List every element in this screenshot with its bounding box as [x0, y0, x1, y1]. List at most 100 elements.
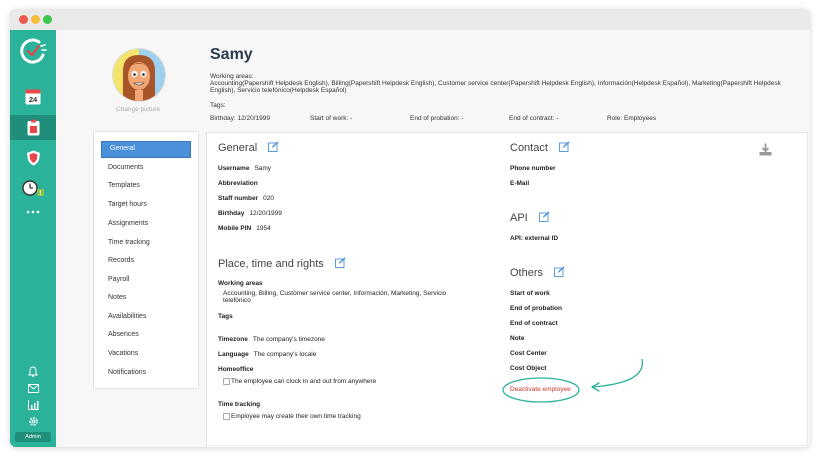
language-label: Language: [218, 351, 249, 358]
homeoffice-label: Homeoffice: [218, 366, 254, 373]
nav-absences[interactable]: Absences: [100, 328, 196, 342]
change-picture-link[interactable]: Change picture: [102, 106, 174, 113]
nav-notifications[interactable]: Notifications: [100, 366, 196, 380]
email-label: E-Mail: [510, 180, 530, 187]
username-label: Username: [218, 165, 250, 172]
main-sidebar: 24 1 Admin: [10, 30, 56, 447]
working-areas-field-value: Accounting, Billing, Customer service ce…: [223, 290, 447, 297]
close-window-button[interactable]: [19, 15, 28, 24]
phone-number-label: Phone number: [510, 165, 556, 172]
employee-card-icon[interactable]: [10, 115, 56, 140]
clock-icon[interactable]: 1: [10, 176, 56, 200]
end-of-probation-summary: End of probation: -: [410, 115, 464, 122]
role-summary: Role: Employees: [607, 115, 657, 122]
annotation-highlight: [502, 358, 644, 403]
maximize-window-button[interactable]: [43, 15, 52, 24]
timezone-row: Timezone The company's timezone: [218, 336, 325, 343]
calendar-day: 24: [29, 95, 38, 104]
nav-assignments[interactable]: Assignments: [100, 217, 196, 231]
note-label: Note: [510, 335, 525, 342]
edit-api-icon[interactable]: [538, 211, 550, 225]
tags-field-label: Tags: [218, 313, 233, 320]
app-window: 24 1 Admin Change picture Samy Working a…: [10, 9, 810, 447]
end-of-contract-summary: End of contract: -: [509, 115, 559, 122]
language-value: The company's locale: [253, 351, 317, 358]
calendar-icon[interactable]: 24: [10, 84, 56, 108]
api-title-text: API: [510, 211, 528, 224]
nav-target-hours[interactable]: Target hours: [100, 198, 196, 212]
tags-label: Tags:: [210, 102, 226, 109]
nav-documents[interactable]: Documents: [100, 161, 196, 175]
employee-details-card: General Username Samy Abbreviation Staff …: [206, 132, 808, 447]
others-section-title: Others: [510, 266, 565, 280]
working-areas-label: Working areas:: [210, 73, 254, 80]
nav-notes[interactable]: Notes: [100, 291, 196, 305]
place-section-title: Place, time and rights: [218, 257, 346, 271]
end-of-probation-label: End of probation: [510, 305, 562, 312]
mobile-pin-label: Mobile PIN: [218, 225, 252, 232]
mobile-pin-value: 1954: [256, 225, 271, 232]
staff-number-value: 020: [263, 195, 274, 202]
title-bar: [10, 9, 810, 31]
nav-templates[interactable]: Templates: [100, 179, 196, 193]
timezone-label: Timezone: [218, 336, 248, 343]
main-content: Change picture Samy Working areas: Accou…: [56, 30, 810, 447]
edit-others-icon[interactable]: [554, 266, 565, 280]
bell-icon[interactable]: [10, 364, 56, 378]
nav-general[interactable]: General: [101, 141, 191, 158]
api-section-title: API: [510, 211, 550, 225]
working-areas-text: Accounting(Papershift Helpdesk English),…: [210, 80, 781, 87]
working-areas-field-label: Working areas: [218, 280, 263, 287]
working-areas-field-value-2: telefónico: [223, 297, 251, 304]
shield-icon[interactable]: [10, 147, 56, 169]
end-of-contract-label: End of contract: [510, 320, 558, 327]
employee-name: Samy: [210, 46, 253, 63]
contact-section-title: Contact: [510, 141, 570, 155]
general-title-text: General: [218, 141, 258, 154]
working-areas-text-2: English), Servicio telefónico(Helpdesk E…: [210, 87, 347, 94]
nav-availabilities[interactable]: Availabilities: [100, 310, 196, 324]
download-icon[interactable]: [759, 143, 772, 161]
general-section-title: General: [218, 141, 279, 155]
start-of-work-label: Start of work: [510, 290, 550, 297]
nav-records[interactable]: Records: [100, 254, 196, 268]
chart-icon[interactable]: [10, 398, 56, 412]
homeoffice-checkbox[interactable]: [223, 378, 230, 385]
edit-contact-icon[interactable]: [559, 141, 570, 155]
abbreviation-label: Abbreviation: [218, 180, 258, 187]
avatar[interactable]: [112, 48, 166, 102]
more-icon[interactable]: [10, 206, 56, 218]
nav-payroll[interactable]: Payroll: [100, 273, 196, 287]
time-tracking-option-label: Employee may create their own time track…: [231, 413, 361, 420]
nav-time-tracking[interactable]: Time tracking: [100, 236, 196, 250]
timezone-value: The company's timezone: [252, 336, 325, 343]
others-title-text: Others: [510, 266, 544, 279]
staff-number-row: Staff number 020: [218, 195, 274, 202]
mail-icon[interactable]: [10, 381, 56, 395]
card-divider: [207, 445, 807, 446]
minimize-window-button[interactable]: [31, 15, 40, 24]
language-row: Language The company's locale: [218, 351, 316, 358]
birthday-summary: Birthday: 12/20/1999: [210, 115, 270, 122]
edit-general-icon[interactable]: [268, 141, 279, 155]
time-tracking-checkbox[interactable]: [223, 413, 230, 420]
time-tracking-label: Time tracking: [218, 401, 261, 408]
staff-number-label: Staff number: [218, 195, 259, 202]
employee-nav: General Documents Templates Target hours…: [93, 131, 199, 389]
gear-icon[interactable]: [10, 414, 56, 428]
birthday-row: Birthday 12/20/1999: [218, 210, 282, 217]
admin-badge[interactable]: Admin: [15, 432, 51, 442]
nav-vacations[interactable]: Vacations: [100, 347, 196, 361]
homeoffice-option-label: The employee can clock in and out from a…: [231, 378, 377, 385]
edit-place-icon[interactable]: [334, 257, 346, 271]
place-title-text: Place, time and rights: [218, 257, 324, 270]
contact-title-text: Contact: [510, 141, 548, 154]
logo-icon[interactable]: [10, 36, 56, 66]
username-value: Samy: [254, 165, 272, 172]
birthday-value: 12/20/1999: [249, 210, 282, 217]
birthday-label: Birthday: [218, 210, 245, 217]
cost-center-label: Cost Center: [510, 350, 547, 357]
clock-badge-count: 1: [39, 191, 42, 197]
start-of-work-summary: Start of work: -: [310, 115, 353, 122]
mobile-pin-row: Mobile PIN 1954: [218, 225, 271, 232]
